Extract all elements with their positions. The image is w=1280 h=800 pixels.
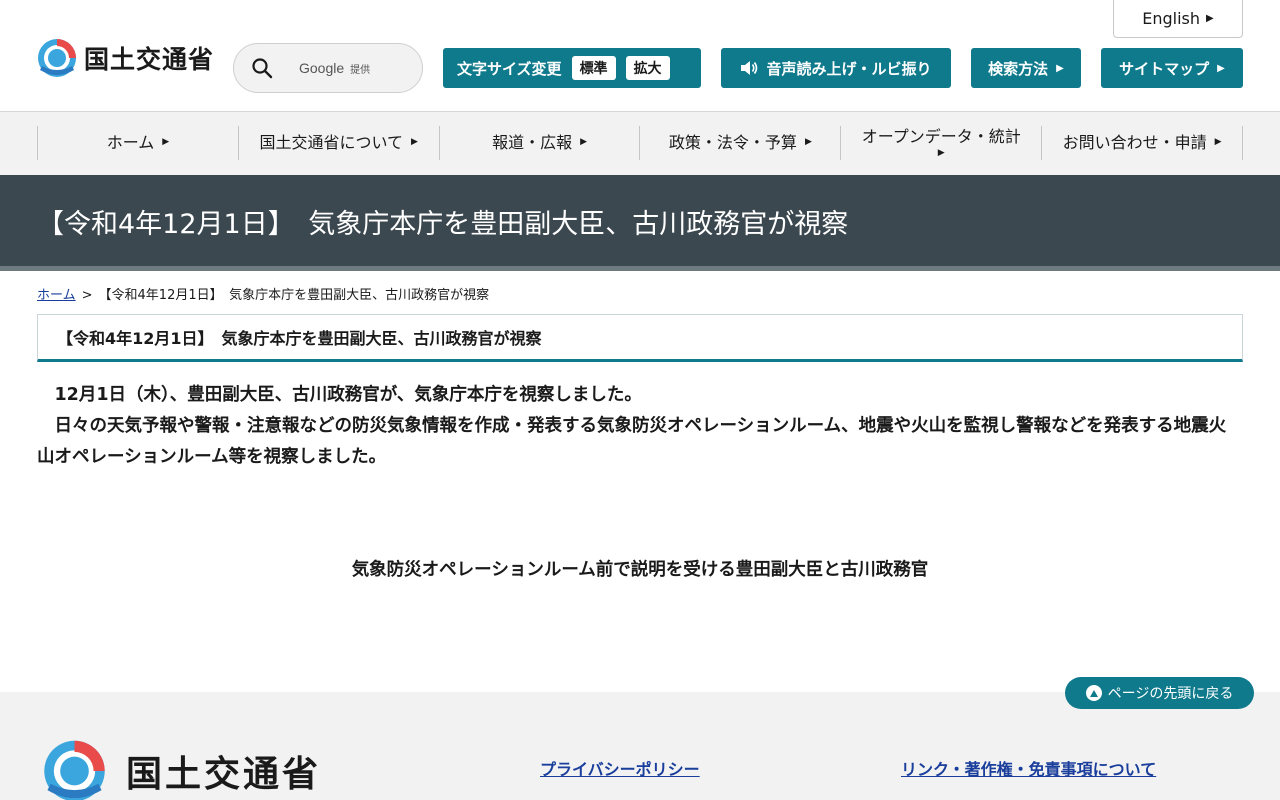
font-size-standard-button[interactable]: 標準: [571, 56, 616, 80]
nav-item-label: 報道・広報: [492, 133, 573, 152]
article-paragraph: 12月1日（木）、豊田副大臣、古川政務官が、気象庁本庁を視察しました。: [54, 385, 642, 405]
nav-item-opendata[interactable]: オープンデータ・統計 ▶: [841, 126, 1043, 160]
search-method-button[interactable]: 検索方法 ▶: [971, 48, 1081, 88]
nav-item-label: オープンデータ・統計: [861, 126, 1021, 146]
site-search[interactable]: Google 提供: [233, 43, 423, 93]
provided-by-label: 提供: [350, 64, 371, 76]
breadcrumb: ホーム > 【令和4年12月1日】 気象庁本庁を豊田副大臣、古川政務官が視察: [37, 284, 489, 303]
page-title-band: 【令和4年12月1日】 気象庁本庁を豊田副大臣、古川政務官が視察: [0, 175, 1280, 271]
footer-logo[interactable]: 国土交通省: [37, 736, 321, 800]
sitemap-button[interactable]: サイトマップ ▶: [1101, 48, 1243, 88]
sitemap-label: サイトマップ: [1119, 59, 1210, 78]
nav-item-label: お問い合わせ・申請: [1062, 133, 1207, 152]
search-icon: [252, 58, 273, 79]
breadcrumb-separator: >: [81, 288, 93, 303]
triangle-right-icon: ▶: [937, 147, 945, 158]
links-copyright-link[interactable]: リンク・著作権・免責事項について: [901, 756, 1156, 780]
triangle-right-icon: ▶: [1217, 62, 1225, 74]
triangle-right-icon: ▶: [1214, 137, 1222, 148]
nav-item-press[interactable]: 報道・広報 ▶: [440, 126, 641, 160]
triangle-right-icon: ▶: [1056, 62, 1064, 74]
photo-caption: 気象防災オペレーションルーム前で説明を受ける豊田副大臣と古川政務官: [351, 560, 929, 580]
page-title: 【令和4年12月1日】 気象庁本庁を豊田副大臣、古川政務官が視察: [37, 209, 849, 240]
breadcrumb-home-link[interactable]: ホーム: [37, 288, 76, 303]
google-brand: Google: [299, 60, 345, 76]
breadcrumb-current: 【令和4年12月1日】 気象庁本庁を豊田副大臣、古川政務官が視察: [98, 288, 490, 303]
nav-item-home[interactable]: ホーム ▶: [38, 126, 239, 160]
font-size-large-button[interactable]: 拡大: [625, 56, 670, 80]
privacy-policy-link[interactable]: プライバシーポリシー: [540, 756, 700, 780]
arrow-up-icon: [1085, 685, 1102, 701]
mlit-logo-icon: [44, 740, 105, 800]
triangle-right-icon: ▶: [411, 137, 418, 148]
logo-text: 国土交通省: [84, 45, 215, 74]
triangle-right-icon: ▶: [1206, 13, 1214, 24]
site-logo[interactable]: 国土交通省: [36, 36, 214, 80]
search-method-label: 検索方法: [988, 59, 1049, 78]
english-button[interactable]: English ▶: [1113, 0, 1243, 38]
font-size-control: 文字サイズ変更 標準 拡大: [443, 48, 701, 88]
article-body: 12月1日（木）、豊田副大臣、古川政務官が、気象庁本庁を視察しました。 日々の天…: [37, 380, 1243, 473]
mlit-logo-icon: [38, 39, 76, 77]
global-nav: ホーム ▶ 国土交通省について ▶ 報道・広報 ▶ 政策・法令・予算 ▶ オープンデータ…: [0, 112, 1280, 175]
site-header: English ▶ 国土交通省 Google 提供 文字サイズ変更 標準 拡大: [0, 0, 1280, 112]
article-paragraph: 日々の天気予報や警報・注意報などの防災気象情報を作成・発表する気象防災オペレーシ…: [37, 416, 1227, 467]
font-size-label: 文字サイズ変更: [457, 59, 562, 78]
triangle-right-icon: ▶: [804, 137, 812, 148]
triangle-right-icon: ▶: [580, 137, 588, 148]
nav-item-label: 国土交通省について: [259, 133, 404, 152]
voice-reading-button[interactable]: 音声読み上げ・ルビ振り: [721, 48, 951, 88]
nav-item-about[interactable]: 国土交通省について ▶: [239, 126, 440, 160]
triangle-right-icon: ▶: [162, 137, 170, 148]
section-heading: 【令和4年12月1日】 気象庁本庁を豊田副大臣、古川政務官が視察: [37, 314, 1243, 362]
voice-reading-label: 音声読み上げ・ルビ振り: [766, 59, 932, 78]
section-heading-text: 【令和4年12月1日】 気象庁本庁を豊田副大臣、古川政務官が視察: [57, 329, 542, 348]
nav-item-policy[interactable]: 政策・法令・予算 ▶: [640, 126, 842, 160]
english-label: English: [1142, 9, 1201, 28]
page-top-label: ページの先頭に戻る: [1107, 686, 1234, 702]
nav-item-label: ホーム: [106, 133, 155, 152]
footer-logo-text: 国土交通省: [126, 754, 322, 795]
page-top-button[interactable]: ページの先頭に戻る: [1065, 677, 1254, 709]
nav-item-contact[interactable]: お問い合わせ・申請 ▶: [1042, 126, 1243, 160]
speaker-icon: [741, 61, 758, 75]
nav-item-label: 政策・法令・予算: [668, 133, 797, 152]
